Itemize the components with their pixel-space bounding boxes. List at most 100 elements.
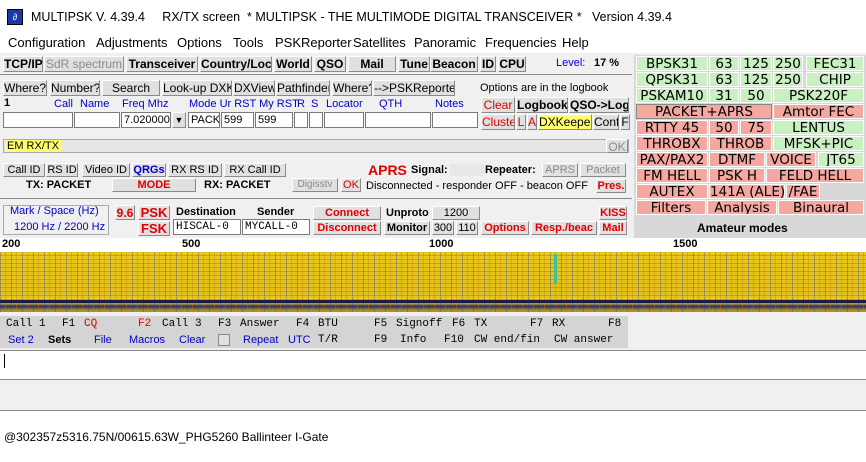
clear-macro-button[interactable]: Clear [179,334,205,346]
freq-spinner[interactable]: ▼ [172,112,186,128]
pres-button[interactable]: Pres. [596,179,626,193]
mode-feld-hell[interactable]: FELD HELL [766,168,864,183]
qso-button[interactable]: QSO [314,56,346,72]
resp-beac-button[interactable]: Resp./beac [531,221,597,235]
mode-141a-ale[interactable]: 141A (ALE) [709,184,785,199]
analysis-button[interactable]: Analysis [707,200,777,215]
menu-help[interactable]: Help [562,35,589,50]
mode-pskam50[interactable]: 50 [740,88,772,103]
menu-adjustments[interactable]: Adjustments [96,35,168,50]
qso-log-button[interactable]: QSO->Log [569,97,629,113]
aprs-label[interactable]: APRS [368,162,407,178]
waterfall-display[interactable] [0,252,866,312]
mode-pax[interactable]: PAX/PAX2 [636,152,708,167]
id-button[interactable]: ID [480,56,496,72]
ur-rst-field[interactable]: 599 [221,112,254,128]
menu-satellites[interactable]: Satellites [353,35,406,50]
rx-rs-id-button[interactable]: RX RS ID [168,163,222,177]
mode-pskam31[interactable]: 31 [709,88,739,103]
macros-button[interactable]: Macros [129,334,165,346]
tx-key[interactable]: TX [474,318,487,330]
mode-lentus[interactable]: LENTUS [773,120,864,135]
packet-repeater-button[interactable]: Packet [580,163,626,177]
btu-key[interactable]: BTU [318,318,338,330]
psk-button[interactable]: PSK [138,205,170,220]
destination-field[interactable]: HISCAL-0 [173,219,241,235]
fsk-button[interactable]: FSK [138,221,170,236]
rx-key[interactable]: RX [552,318,565,330]
menu-pskreporter[interactable]: PSKReporter [275,35,352,50]
em-rxtx-label[interactable]: EM RX/TX [5,140,61,152]
info-key[interactable]: Info [400,334,426,346]
tr-key[interactable]: T/R [318,334,338,346]
mode-fae[interactable]: /FAE [786,184,820,199]
mode-chip[interactable]: CHIP [806,72,864,87]
qth-field[interactable] [365,112,431,128]
packet-options-button[interactable]: Options [481,221,529,235]
video-id-button[interactable]: Video ID [82,163,130,177]
mode-mfsk-pic[interactable]: MFSK+PIC [773,136,864,151]
call1-key[interactable]: Call 1 [6,318,46,330]
mode-amtor-fec[interactable]: Amtor FEC [773,104,864,119]
cw-end-key[interactable]: CW end/fin [474,334,540,346]
pathfinder-button[interactable]: Pathfinder [276,80,330,96]
pskreporter-button[interactable]: -->PSKReporter [373,80,455,96]
cpu-button[interactable]: CPU [498,56,526,72]
sender-field[interactable]: MYCALL-0 [242,219,310,235]
binaural-button[interactable]: Binaural [778,200,864,215]
locator-field[interactable] [324,112,364,128]
mode-rtty45[interactable]: RTTY 45 [636,120,708,135]
mail-button[interactable]: Mail [348,56,396,72]
baud-300-button[interactable]: 300 [432,221,454,235]
baud-1200-button[interactable]: 1200 [432,206,480,220]
mode-button[interactable]: MODE [112,178,196,192]
menu-panoramic[interactable]: Panoramic [414,35,476,50]
sets-button[interactable]: Sets [48,334,71,346]
copy-icon[interactable] [218,334,230,346]
mode-rtty75[interactable]: 75 [740,120,772,135]
world-button[interactable]: World [274,56,312,72]
cq-key[interactable]: CQ [84,318,97,330]
set2-button[interactable]: Set 2 [8,334,34,346]
search-button[interactable]: Search [102,80,160,96]
tcpip-button[interactable]: TCP/IP [3,56,43,72]
tx-text-area[interactable] [0,350,866,380]
disconnect-button[interactable]: Disconnect [313,221,381,235]
notes-field[interactable] [432,112,478,128]
mode-jt65[interactable]: JT65 [818,152,864,167]
mode-bpsk250[interactable]: 250 [773,56,803,71]
mode-pskam10[interactable]: PSKAM10 [636,88,708,103]
mode-bpsk31[interactable]: BPSK31 [636,56,708,71]
mode-rtty50[interactable]: 50 [709,120,739,135]
mode-packet-aprs[interactable]: PACKET+APRS [636,104,772,119]
repeat-button[interactable]: Repeat [243,334,278,346]
mode-throbx[interactable]: THROBX [636,136,708,151]
mode-psk220f[interactable]: PSK220F [773,88,864,103]
mode-psk-h[interactable]: PSK H [709,168,765,183]
clear-button[interactable]: Clear [481,97,515,113]
name-field[interactable] [74,112,120,128]
dxview-button[interactable]: DXView [233,80,275,96]
mode-field[interactable]: PACK [188,112,220,128]
sdr-spectrum-button[interactable]: SdR spectrum [44,56,124,72]
call3-key[interactable]: Call 3 [162,318,202,330]
menu-tools[interactable]: Tools [233,35,263,50]
where2-button[interactable]: Where? [332,80,372,96]
mode-dtmf[interactable]: DTMF [709,152,765,167]
mode-bpsk63[interactable]: 63 [709,56,739,71]
monitor-button[interactable]: Monitor [384,221,430,235]
packet-mail-button[interactable]: Mail [599,221,627,235]
menu-configuration[interactable]: Configuration [8,35,85,50]
cluster-button[interactable]: Cluster [481,114,515,130]
my-rst-field[interactable]: 599 [255,112,293,128]
lookup-dxk-button[interactable]: Look-up DXK [162,80,232,96]
rx-call-id-button[interactable]: RX Call ID [224,163,286,177]
rs-id-button[interactable]: RS ID [46,163,78,177]
signoff-key[interactable]: Signoff [396,318,442,330]
mode-autex[interactable]: AUTEX [636,184,708,199]
tune-button[interactable]: Tune [398,56,430,72]
baud-110-button[interactable]: 110 [456,221,478,235]
number-button[interactable]: Number? [50,80,100,96]
dxkeeper-button[interactable]: DXKeeper [538,114,592,130]
mode-bpsk125[interactable]: 125 [740,56,772,71]
